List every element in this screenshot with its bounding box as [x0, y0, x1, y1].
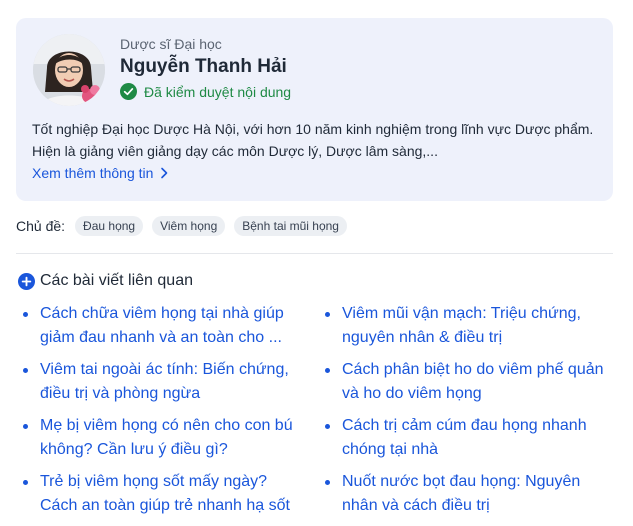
related-article-link[interactable]: Cách phân biệt ho do viêm phế quản và ho…	[320, 358, 610, 414]
author-photo	[33, 34, 105, 106]
related-article-link[interactable]: Mẹ bị viêm họng có nên cho con bú không?…	[18, 414, 308, 470]
related-article-link[interactable]: Viêm mũi vận mạch: Triệu chứng, nguyên n…	[320, 302, 610, 358]
topic-chip[interactable]: Bệnh tai mũi họng	[234, 216, 347, 236]
bullet-dot	[325, 368, 330, 373]
article-title: Nuốt nước bọt đau họng: Nguyên nhân và c…	[342, 473, 581, 514]
related-articles-heading: Các bài viết liên quan	[18, 272, 193, 290]
related-article-link[interactable]: Cách trị cảm cúm đau họng nhanh chóng tạ…	[320, 414, 610, 470]
related-list-left: Cách chữa viêm họng tại nhà giúp giảm đa…	[18, 302, 308, 526]
bullet-dot	[23, 312, 28, 317]
author-bio: Tốt nghiệp Đại học Dược Hà Nội, với hơn …	[32, 121, 594, 159]
bullet-dot	[325, 424, 330, 429]
article-title: Trẻ bị viêm họng sốt mấy ngày? Cách an t…	[40, 473, 290, 514]
see-more-link[interactable]: Xem thêm thông tin	[32, 165, 169, 181]
check-circle-icon	[120, 83, 137, 100]
author-role: Dược sĩ Đại học	[120, 36, 222, 52]
topics-row: Chủ đề: Đau họng Viêm họng Bệnh tai mũi …	[16, 216, 356, 236]
article-title: Viêm mũi vận mạch: Triệu chứng, nguyên n…	[342, 305, 581, 346]
author-name[interactable]: Nguyễn Thanh Hải	[120, 56, 287, 78]
related-article-link[interactable]: Cách chữa viêm họng tại nhà giúp giảm đa…	[18, 302, 308, 358]
bullet-dot	[23, 480, 28, 485]
author-card: Dược sĩ Đại học Nguyễn Thanh Hải Đã kiểm…	[16, 18, 613, 201]
see-more-label: Xem thêm thông tin	[32, 165, 154, 181]
article-title: Cách phân biệt ho do viêm phế quản và ho…	[342, 361, 604, 402]
related-article-link[interactable]: Trẻ bị viêm họng sốt mấy ngày? Cách an t…	[18, 470, 308, 526]
related-title: Các bài viết liên quan	[40, 272, 193, 289]
divider	[16, 253, 613, 254]
article-title: Viêm tai ngoài ác tính: Biến chứng, điều…	[40, 361, 289, 402]
topic-chip[interactable]: Đau họng	[75, 216, 144, 236]
article-title: Mẹ bị viêm họng có nên cho con bú không?…	[40, 417, 293, 458]
topics-label: Chủ đề:	[16, 218, 66, 234]
article-title: Cách chữa viêm họng tại nhà giúp giảm đa…	[40, 305, 284, 346]
bullet-dot	[325, 480, 330, 485]
bullet-dot	[23, 424, 28, 429]
article-title: Cách trị cảm cúm đau họng nhanh chóng tạ…	[342, 417, 587, 458]
verified-badge: Đã kiểm duyệt nội dung	[120, 83, 291, 100]
chevron-right-icon	[161, 167, 168, 179]
verified-label: Đã kiểm duyệt nội dung	[144, 83, 292, 100]
topic-chip[interactable]: Viêm họng	[152, 216, 226, 236]
plus-circle-icon	[18, 272, 35, 290]
related-list-right: Viêm mũi vận mạch: Triệu chứng, nguyên n…	[320, 302, 610, 526]
related-article-link[interactable]: Nuốt nước bọt đau họng: Nguyên nhân và c…	[320, 470, 610, 526]
bullet-dot	[325, 312, 330, 317]
bullet-dot	[23, 368, 28, 373]
related-article-link[interactable]: Viêm tai ngoài ác tính: Biến chứng, điều…	[18, 358, 308, 414]
avatar[interactable]	[33, 34, 105, 106]
